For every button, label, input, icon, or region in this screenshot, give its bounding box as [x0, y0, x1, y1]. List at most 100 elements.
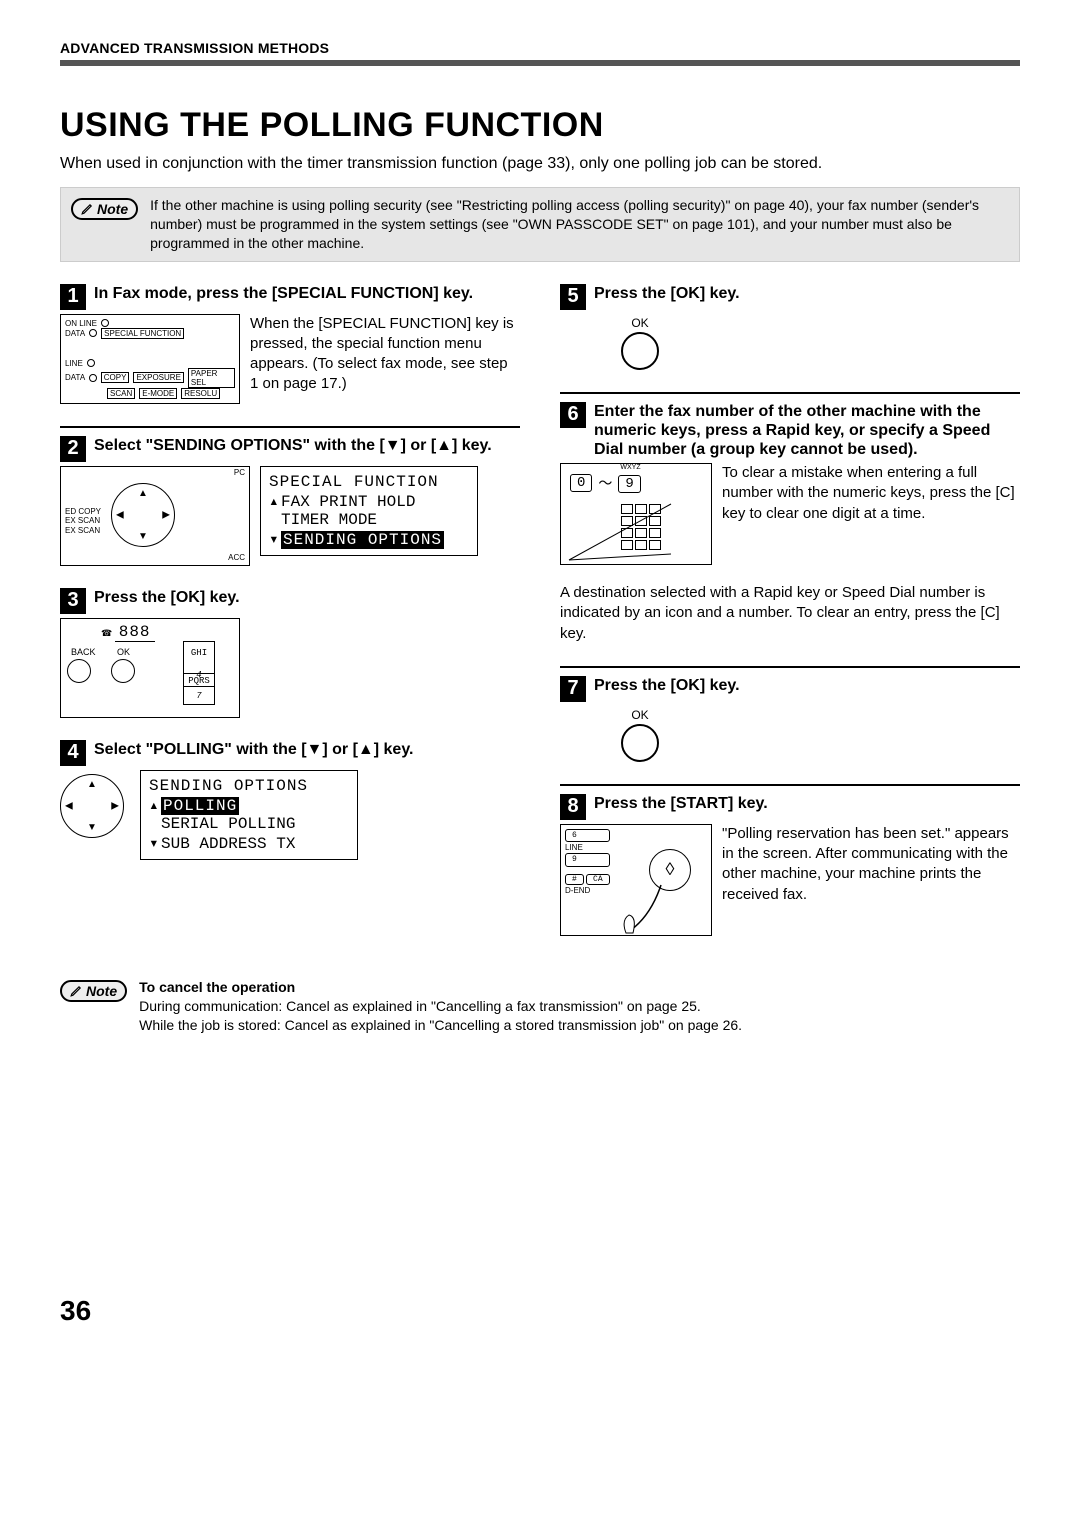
step-1: 1 In Fax mode, press the [SPECIAL FUNCTI… — [60, 284, 520, 404]
cancel-title: To cancel the operation — [139, 978, 742, 997]
dpad-icon[interactable]: ▲▼◀▶ — [111, 483, 175, 547]
divider — [60, 426, 520, 428]
note-badge: Note — [60, 980, 127, 1002]
step-number: 8 — [560, 794, 586, 820]
right-column: 5 Press the [OK] key. OK 6 Enter the fax… — [560, 284, 1020, 958]
label-back: BACK — [71, 647, 96, 657]
note-text: If the other machine is using polling se… — [150, 196, 1009, 253]
finger-press-icon — [561, 825, 711, 935]
start-panel-figure: 6 LINE 9 # CA D-END — [560, 824, 712, 936]
step-text: "Polling reservation has been set." appe… — [722, 824, 1020, 905]
menu-item: TIMER MODE — [281, 511, 377, 529]
label-exscan: EX SCAN — [65, 516, 101, 526]
step-number: 7 — [560, 676, 586, 702]
label-pc: PC — [234, 469, 245, 478]
note-text: To cancel the operation During communica… — [139, 978, 742, 1035]
ok-key-figure: OK — [600, 316, 680, 370]
menu-item-selected: SENDING OPTIONS — [281, 531, 444, 549]
ok-label: OK — [600, 316, 680, 330]
menu-title: SPECIAL FUNCTION — [269, 473, 469, 491]
section-header: ADVANCED TRANSMISSION METHODS — [60, 40, 1020, 56]
step-text: When the [SPECIAL FUNCTION] key is press… — [250, 314, 520, 395]
step-title: Press the [OK] key. — [94, 588, 520, 607]
menu-title: SENDING OPTIONS — [149, 777, 349, 795]
scan-button[interactable]: SCAN — [107, 388, 135, 399]
menu-item: FAX PRINT HOLD — [281, 493, 415, 511]
cancel-line1: During communication: Cancel as explaine… — [139, 997, 742, 1016]
left-column: 1 In Fax mode, press the [SPECIAL FUNCTI… — [60, 284, 520, 958]
label-online: ON LINE — [65, 319, 97, 328]
step-text: To clear a mistake when entering a full … — [722, 463, 1020, 524]
menu-screen-special: SPECIAL FUNCTION ▴FAX PRINT HOLD TIMER M… — [260, 466, 478, 556]
label-exscan2: EX SCAN — [65, 526, 101, 536]
step-3: 3 Press the [OK] key. ☎ 888 GHI 4 PQRS 7 — [60, 588, 520, 718]
ok-key-figure: OK — [600, 708, 680, 762]
ok-label: OK — [600, 708, 680, 722]
label-acc: ACC — [228, 554, 245, 563]
pencil-icon — [81, 203, 93, 215]
step-title: Enter the fax number of the other machin… — [594, 402, 1020, 460]
ok-button[interactable] — [111, 659, 135, 683]
header-rule — [60, 60, 1020, 66]
page-number: 36 — [60, 1295, 1020, 1327]
divider — [560, 784, 1020, 786]
step-number: 2 — [60, 436, 86, 462]
label-data: DATA — [65, 329, 85, 338]
menu-item: SUB ADDRESS TX — [161, 835, 295, 853]
resolu-button[interactable]: RESOLU — [181, 388, 220, 399]
ok-panel-figure: ☎ 888 GHI 4 PQRS 7 BACK OK — [60, 618, 240, 718]
divider — [560, 392, 1020, 394]
key-label-ghi: GHI — [191, 648, 207, 658]
intro-text: When used in conjunction with the timer … — [60, 155, 1020, 173]
step-title: Select "POLLING" with the [▼] or [▲] key… — [94, 740, 520, 759]
key-label-pqrs: PQRS — [188, 676, 210, 686]
step-title: Press the [START] key. — [594, 794, 1020, 813]
dpad-panel-figure: ▲▼◀▶ ED COPY EX SCAN EX SCAN PC ACC — [60, 466, 250, 566]
label-data2: DATA — [65, 373, 85, 382]
note-box-bottom: Note To cancel the operation During comm… — [60, 978, 1020, 1035]
step-title: Press the [OK] key. — [594, 676, 1020, 695]
step-6: 6 Enter the fax number of the other mach… — [560, 402, 1020, 644]
pointer-lines-icon — [561, 464, 711, 564]
back-button[interactable] — [67, 659, 91, 683]
step-5: 5 Press the [OK] key. OK — [560, 284, 1020, 370]
label-ok: OK — [117, 647, 130, 657]
step-number: 5 — [560, 284, 586, 310]
step-4: 4 Select "POLLING" with the [▼] or [▲] k… — [60, 740, 520, 860]
step-title: Press the [OK] key. — [594, 284, 1020, 303]
cancel-line2: While the job is stored: Cancel as expla… — [139, 1016, 742, 1035]
special-function-button[interactable]: SPECIAL FUNCTION — [101, 328, 184, 339]
step-number: 6 — [560, 402, 586, 428]
note-label: Note — [86, 983, 117, 999]
step-number: 1 — [60, 284, 86, 310]
step-number: 4 — [60, 740, 86, 766]
ok-button[interactable] — [621, 332, 659, 370]
page-title: USING THE POLLING FUNCTION — [60, 106, 1020, 145]
emode-button[interactable]: E-MODE — [139, 388, 177, 399]
dpad-icon[interactable]: ▲▼◀▶ — [60, 774, 124, 838]
copy-button[interactable]: COPY — [101, 372, 130, 383]
step-title: In Fax mode, press the [SPECIAL FUNCTION… — [94, 284, 520, 303]
step-2: 2 Select "SENDING OPTIONS" with the [▼] … — [60, 436, 520, 566]
display-digits: 888 — [115, 623, 155, 642]
exposure-button[interactable]: EXPOSURE — [133, 372, 183, 383]
pencil-icon — [70, 985, 82, 997]
key-7[interactable]: 7 — [196, 691, 201, 701]
control-panel-figure: ON LINE DATA SPECIAL FUNCTION LINE DATA … — [60, 314, 240, 404]
numeric-keys-figure: 0 〜 WXYZ 9 — [560, 463, 712, 565]
menu-item-selected: POLLING — [161, 797, 239, 815]
note-box-top: Note If the other machine is using polli… — [60, 187, 1020, 262]
label-line: LINE — [65, 359, 83, 368]
label-edcopy: ED COPY — [65, 507, 101, 517]
ok-button[interactable] — [621, 724, 659, 762]
step-8: 8 Press the [START] key. 6 LINE 9 # CA D… — [560, 794, 1020, 936]
paper-sel-button[interactable]: PAPER SEL — [188, 368, 235, 388]
menu-screen-sending: SENDING OPTIONS ▴POLLING SERIAL POLLING … — [140, 770, 358, 860]
step-number: 3 — [60, 588, 86, 614]
step-title: Select "SENDING OPTIONS" with the [▼] or… — [94, 436, 520, 455]
step-7: 7 Press the [OK] key. OK — [560, 676, 1020, 762]
menu-item: SERIAL POLLING — [161, 815, 295, 833]
note-label: Note — [97, 201, 128, 217]
note-badge: Note — [71, 198, 138, 220]
destination-note: A destination selected with a Rapid key … — [560, 583, 1020, 644]
